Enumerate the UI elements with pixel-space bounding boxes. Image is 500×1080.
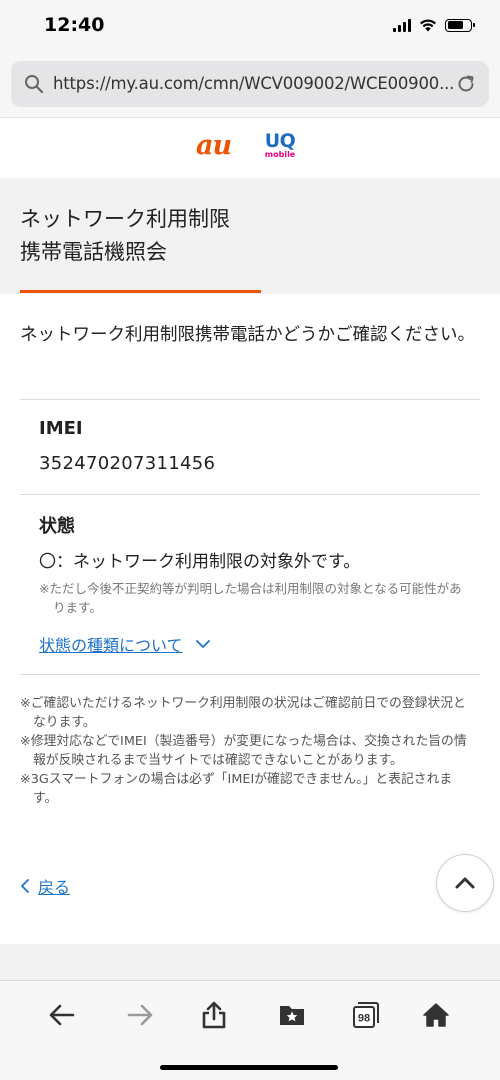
title-accent-underline: [20, 290, 261, 293]
status-bar: 12:40: [0, 0, 500, 55]
status-time: 12:40: [44, 14, 105, 36]
home-icon: [423, 1003, 449, 1027]
tabs-count: 98: [358, 1013, 370, 1025]
forward-button[interactable]: [124, 999, 156, 1031]
state-text: 〇：ネットワーク利用制限の対象外です。: [39, 552, 361, 572]
brand-logo-bar: au UQ mobile: [0, 118, 500, 178]
reload-icon[interactable]: [455, 73, 477, 95]
home-indicator: [160, 1065, 338, 1070]
back-link-label[interactable]: 戻る: [38, 874, 70, 898]
state-note: ※ただし今後不正契約等が判明した場合は利用制限の対象となる可能性があります。: [39, 581, 462, 615]
arrow-left-icon: [49, 1004, 75, 1026]
browser-address-area: https://my.au.com/cmn/WCV009002/WCE00900…: [0, 55, 500, 118]
browser-toolbar: 98: [0, 980, 500, 1080]
bookmarks-button[interactable]: [276, 999, 308, 1031]
page-header: ネットワーク利用制限 携帯電話機照会: [0, 178, 500, 294]
state-types-link-label[interactable]: 状態の種類について: [39, 632, 183, 656]
imei-value: 352470207311456: [39, 453, 216, 474]
intro-text: ネットワーク利用制限携帯電話かどうかご確認ください。: [20, 325, 475, 345]
state-label: 状態: [39, 516, 75, 537]
uq-logo-subtext: mobile: [264, 150, 296, 159]
share-button[interactable]: [198, 999, 230, 1031]
tabs-icon: 98: [353, 1002, 379, 1028]
page-footer: [0, 944, 500, 984]
url-text[interactable]: https://my.au.com/cmn/WCV009002/WCE00900…: [53, 74, 454, 93]
footnote: ※3Gスマートフォンの場合は必ず「IMEIが確認できません。」と表記されます。: [20, 772, 453, 806]
battery-icon: [445, 18, 475, 32]
wifi-icon: [420, 19, 436, 32]
page-title-line1: ネットワーク利用制限: [20, 207, 230, 231]
footnote: ※修理対応などでIMEI（製造番号）が変更になった場合は、交換された旨の情報が反…: [20, 734, 467, 768]
divider: [20, 674, 480, 675]
au-logo[interactable]: au: [196, 130, 232, 161]
chevron-left-icon[interactable]: [20, 879, 30, 893]
page-title-line2: 携帯電話機照会: [20, 240, 167, 264]
bookmark-folder-icon: [280, 1006, 304, 1025]
scroll-to-top-button[interactable]: [436, 854, 494, 912]
status-icons: [393, 18, 475, 32]
share-icon: [202, 1001, 226, 1029]
imei-label: IMEI: [39, 418, 83, 439]
uq-mobile-logo[interactable]: UQ mobile: [262, 130, 298, 160]
divider: [20, 494, 480, 495]
home-button[interactable]: [420, 999, 452, 1031]
page-title: ネットワーク利用制限 携帯電話機照会: [20, 203, 230, 269]
chevron-up-icon: [455, 877, 475, 889]
arrow-right-icon: [127, 1004, 153, 1026]
tabs-button[interactable]: 98: [350, 999, 382, 1031]
back-link[interactable]: 戻る: [20, 874, 70, 898]
state-types-link[interactable]: 状態の種類について: [39, 632, 211, 656]
chevron-down-icon[interactable]: [195, 639, 211, 649]
search-icon: [25, 75, 44, 94]
address-bar[interactable]: https://my.au.com/cmn/WCV009002/WCE00900…: [11, 61, 489, 107]
footnotes: ※ご確認いただけるネットワーク利用制限の状況はご確認前日での登録状況となります。…: [20, 694, 475, 808]
cellular-signal-icon: [393, 18, 411, 32]
footnote: ※ご確認いただけるネットワーク利用制限の状況はご確認前日での登録状況となります。: [20, 696, 466, 730]
uq-logo-text: UQ: [264, 130, 296, 152]
back-button[interactable]: [46, 999, 78, 1031]
divider: [20, 399, 480, 400]
